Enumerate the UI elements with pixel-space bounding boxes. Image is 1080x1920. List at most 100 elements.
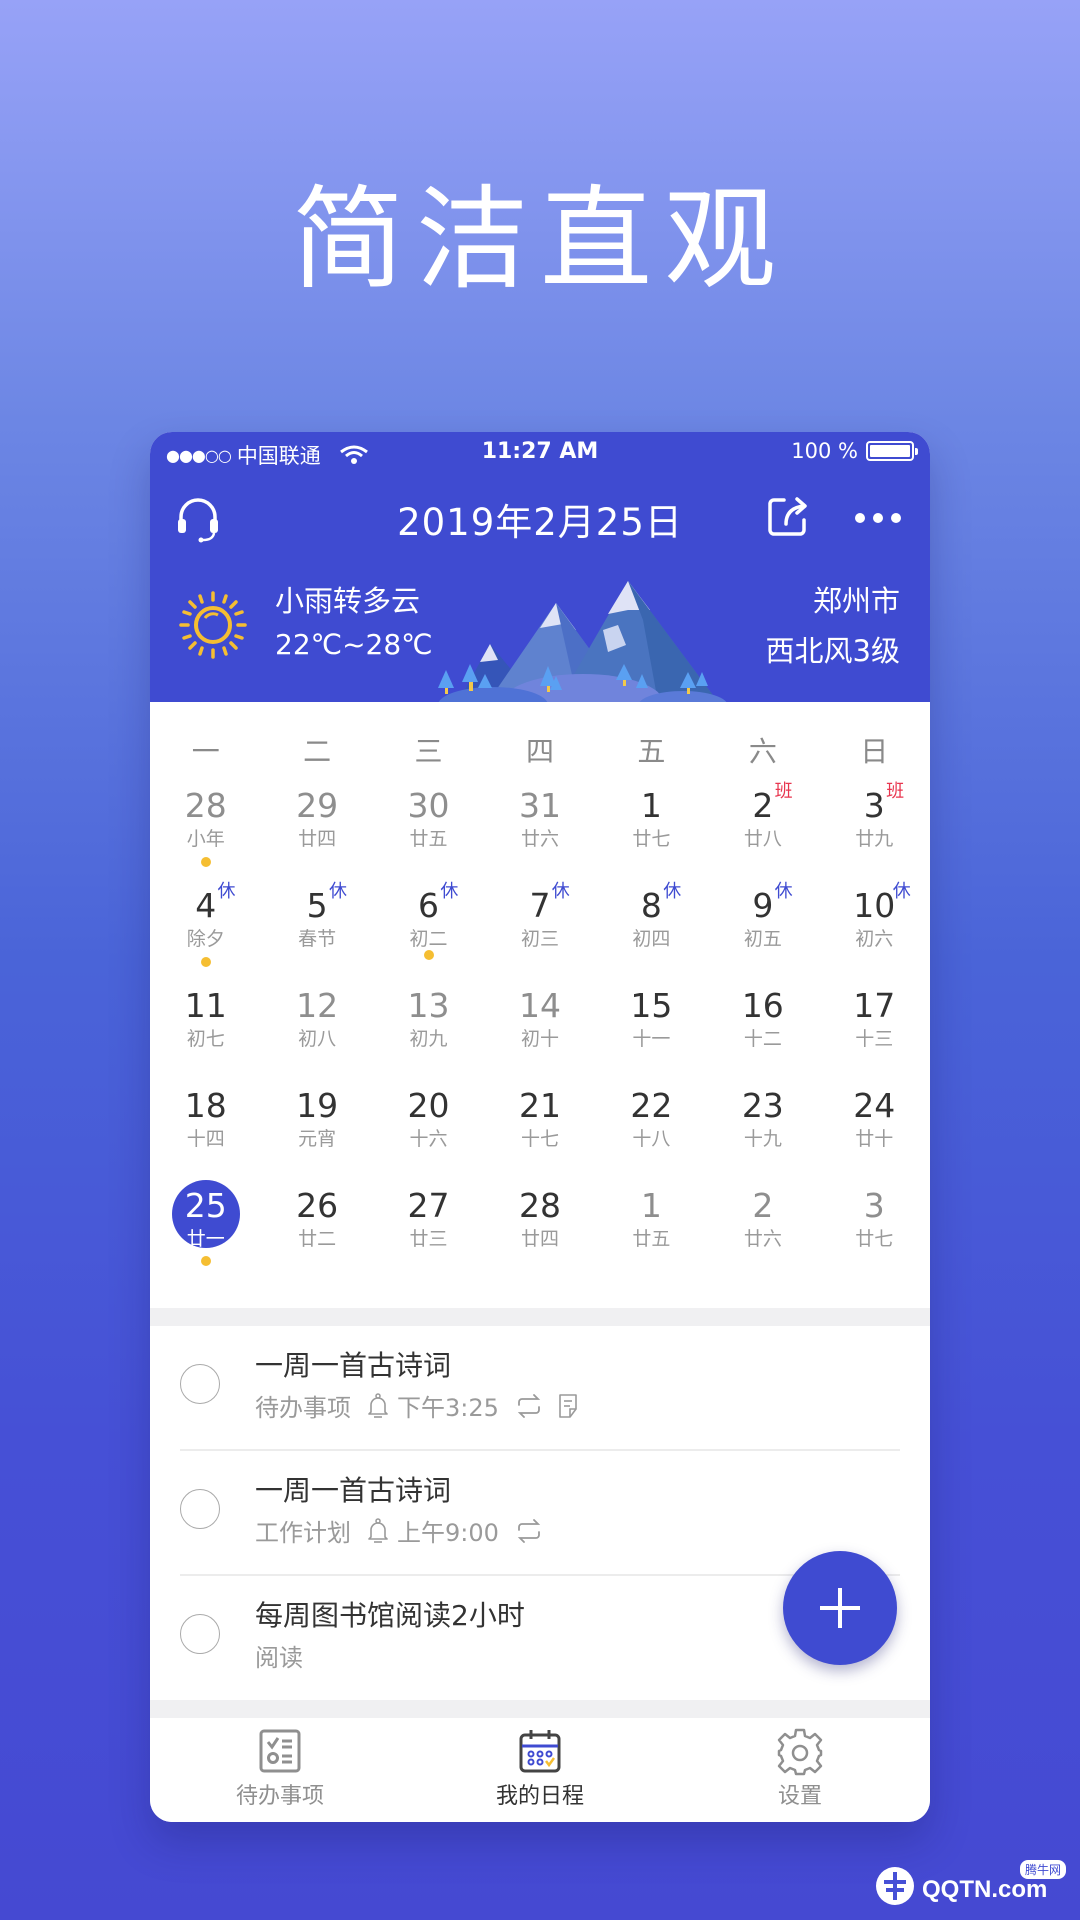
calendar-day[interactable]: 21 十七 [484,1082,595,1182]
task-item[interactable]: 一周一首古诗词 待办事项 下午3:25 [150,1326,930,1451]
weather-condition: 小雨转多云 [275,584,421,618]
calendar-day[interactable]: 28 小年 [150,782,261,882]
bell-icon [367,1517,389,1544]
more-icon [855,513,901,523]
lunar-date: 初六 [855,928,894,950]
weather-wind: 西北风3级 [765,634,900,668]
lunar-date: 元宵 [298,1128,337,1150]
event-dot [200,857,211,867]
calendar-day[interactable]: 30 廿五 [373,782,484,882]
day-number: 1 [640,786,662,825]
lunar-date: 廿四 [298,828,337,850]
calendar-day[interactable]: 28 廿四 [484,1182,595,1282]
tab-settings[interactable]: 设置 [670,1718,930,1822]
calendar-day[interactable]: 13 初九 [373,982,484,1082]
calendar-day[interactable]: 19 元宵 [261,1082,372,1182]
calendar-day[interactable]: 2 廿六 [707,1182,818,1282]
weekday-label: 二 [303,735,332,768]
day-number: 27 [407,1186,450,1225]
day-number: 8 [640,886,662,925]
day-number: 15 [630,986,673,1025]
share-button[interactable] [762,490,814,542]
lunar-date: 廿六 [520,828,559,850]
weekday-label: 五 [637,735,666,768]
holiday-badge: 休 [217,881,236,902]
lunar-date: 初七 [186,1028,225,1050]
weekday-label: 四 [525,735,554,768]
calendar-day[interactable]: 3 廿七 [819,1182,930,1282]
task-meta: 阅读 [255,1638,311,1673]
calendar-day[interactable]: 11 初七 [150,982,261,1082]
tab-label: 设置 [777,1784,822,1809]
holiday-badge: 休 [663,881,682,902]
event-dot [200,957,211,967]
weather-panel: 小雨转多云 22℃~28℃ 郑州市 西北风3级 [150,560,930,702]
calendar-day[interactable]: 12 初八 [261,982,372,1082]
lunar-date: 十九 [743,1128,782,1150]
lunar-date: 廿一 [186,1228,225,1250]
add-task-button[interactable] [783,1551,897,1665]
lunar-date: 初八 [298,1028,337,1050]
more-button[interactable] [850,492,906,544]
day-number: 2 [752,786,774,825]
tab-todo[interactable]: 待办事项 [150,1718,410,1822]
calendar-day[interactable]: 31 廿六 [484,782,595,882]
gear-icon [777,1728,823,1776]
calendar-day[interactable]: 15 十一 [596,982,707,1082]
task-title: 一周一首古诗词 [255,1474,452,1507]
calendar-day[interactable]: 10 初六 休 [819,882,930,982]
status-bar: ●●●○○ 中国联通 11:27 AM 100 % [150,432,930,470]
calendar-day[interactable]: 8 初四 休 [596,882,707,982]
lunar-date: 廿五 [409,828,448,850]
event-dot [200,1256,211,1266]
calendar-day[interactable]: 1 廿七 [596,782,707,882]
workday-badge: 班 [886,781,905,802]
calendar-grid: 28 小年 29 廿四 30 廿五 31 廿六 1 廿七 2 廿八班 3 廿九班 4 除夕休 5 春节休 6 初二休 7… [150,782,930,1282]
calendar-day[interactable]: 20 十六 [373,1082,484,1182]
day-number: 19 [296,1086,339,1125]
calendar-day[interactable]: 9 初五 休 [707,882,818,982]
task-checkbox[interactable] [180,1364,220,1404]
lunar-date: 初五 [743,928,782,950]
day-number: 13 [407,986,450,1025]
lunar-date: 廿八 [743,828,782,850]
day-number: 17 [853,986,896,1025]
calendar-day[interactable]: 2 廿八 班 [707,782,818,882]
calendar-day[interactable]: 6 初二 休 [373,882,484,982]
weekday-header: 一二三四五六日 [150,722,930,782]
day-number: 18 [184,1086,227,1125]
calendar-day[interactable]: 23 十九 [707,1082,818,1182]
tab-label: 我的日程 [495,1784,584,1809]
task-meta: 工作计划 上午9:00 [255,1513,549,1548]
calendar-day[interactable]: 17 十三 [819,982,930,1082]
watermark-brand: QQTN.com [922,1876,1048,1903]
lunar-date: 十四 [186,1128,225,1150]
calendar-day[interactable]: 29 廿四 [261,782,372,882]
calendar-day[interactable]: 7 初三 休 [484,882,595,982]
weather-city: 郑州市 [812,584,900,618]
calendar-day[interactable]: 5 春节 休 [261,882,372,982]
calendar-day[interactable]: 24 廿十 [819,1082,930,1182]
calendar-day[interactable]: 4 除夕 休 [150,882,261,982]
lunar-date: 十八 [632,1128,671,1150]
day-number: 3 [863,1186,885,1225]
day-number: 4 [195,886,217,925]
lunar-date: 春节 [298,928,337,950]
calendar-day[interactable]: 27 廿三 [373,1182,484,1282]
calendar-day[interactable]: 14 初十 [484,982,595,1082]
calendar-day[interactable]: 26 廿二 [261,1182,372,1282]
calendar-day[interactable]: 16 十二 [707,982,818,1082]
qqtn-logo-icon [876,1867,914,1905]
calendar-day[interactable]: 3 廿九 班 [819,782,930,882]
task-checkbox[interactable] [180,1489,220,1529]
calendar-day[interactable]: 1 廿五 [596,1182,707,1282]
day-number: 5 [306,886,328,925]
task-checkbox[interactable] [180,1614,220,1654]
calendar-day[interactable]: 22 十八 [596,1082,707,1182]
calendar-day[interactable]: 18 十四 [150,1082,261,1182]
calendar-icon [519,1730,561,1773]
task-category: 待办事项 [255,1394,351,1422]
section-divider [150,1308,930,1326]
tab-schedule[interactable]: 我的日程 [410,1718,670,1822]
calendar-day-today[interactable]: 25 廿一 [150,1180,261,1282]
